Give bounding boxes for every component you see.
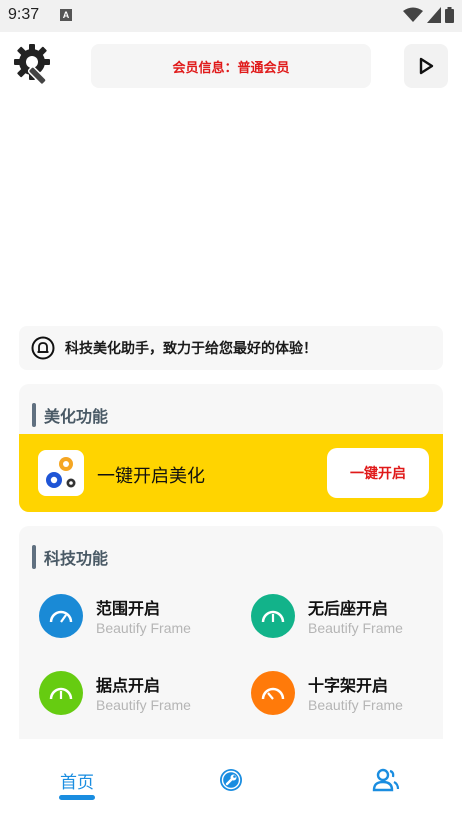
tab-home[interactable]: 首页 [55, 768, 99, 793]
tab-home-label: 首页 [60, 773, 94, 793]
section-bar [32, 403, 36, 427]
tab-tools[interactable] [219, 768, 243, 792]
section-title: 科技功能 [44, 549, 109, 568]
feature-subtitle: Beautify Frame [96, 620, 191, 636]
section-title: 美化功能 [44, 407, 109, 426]
gauge-icon [39, 594, 83, 638]
feature-title: 无后座开启 [308, 599, 389, 618]
battery-icon [445, 7, 454, 23]
wrench-circle-icon [220, 769, 242, 791]
feature-title: 十字架开启 [308, 676, 389, 695]
status-time: 9:37 [8, 6, 40, 23]
feature-title: 据点开启 [96, 676, 161, 695]
status-bar: 9:37 A [0, 0, 462, 32]
signal-icon [427, 7, 441, 23]
gears-icon [38, 450, 84, 496]
beautify-item-label: 一键开启美化 [97, 466, 205, 487]
users-icon [372, 768, 400, 792]
tech-section: 科技功能 范围开启 Beautify Frame 无后座开启 Beautify … [19, 526, 443, 739]
feature-stronghold[interactable]: 据点开启 Beautify Frame [39, 671, 229, 731]
wifi-icon [403, 7, 423, 22]
feature-title: 范围开启 [96, 599, 161, 618]
section-header: 美化功能 [32, 402, 108, 428]
bottom-nav: 首页 [0, 739, 462, 821]
tab-users[interactable] [372, 768, 400, 792]
feature-range[interactable]: 范围开启 Beautify Frame [39, 594, 229, 654]
beautify-row: 一键开启美化 一键开启 [19, 434, 443, 512]
play-icon [419, 57, 434, 75]
member-info-label: 会员信息：普通会员 [91, 44, 371, 88]
bell-icon [31, 336, 55, 360]
status-icons [403, 7, 454, 23]
one-key-enable-button[interactable]: 一键开启 [327, 448, 429, 498]
gauge-icon [251, 671, 295, 715]
feature-no-recoil[interactable]: 无后座开启 Beautify Frame [251, 594, 441, 654]
feature-crosshair[interactable]: 十字架开启 Beautify Frame [251, 671, 441, 731]
active-tab-indicator [59, 795, 95, 800]
gauge-icon [39, 671, 83, 715]
notice-banner: 科技美化助手，致力于给您最好的体验！ [19, 326, 443, 370]
play-button[interactable] [404, 44, 448, 88]
notice-text: 科技美化助手，致力于给您最好的体验！ [65, 341, 317, 357]
feature-subtitle: Beautify Frame [96, 697, 191, 713]
notification-a-icon: A [60, 9, 72, 21]
section-bar [32, 545, 36, 569]
feature-subtitle: Beautify Frame [308, 697, 403, 713]
feature-subtitle: Beautify Frame [308, 620, 403, 636]
gauge-icon [251, 594, 295, 638]
section-header: 科技功能 [32, 544, 108, 570]
settings-wrench-gear-icon[interactable] [12, 42, 56, 86]
beautify-section: 美化功能 一键开启美化 一键开启 [19, 384, 443, 512]
